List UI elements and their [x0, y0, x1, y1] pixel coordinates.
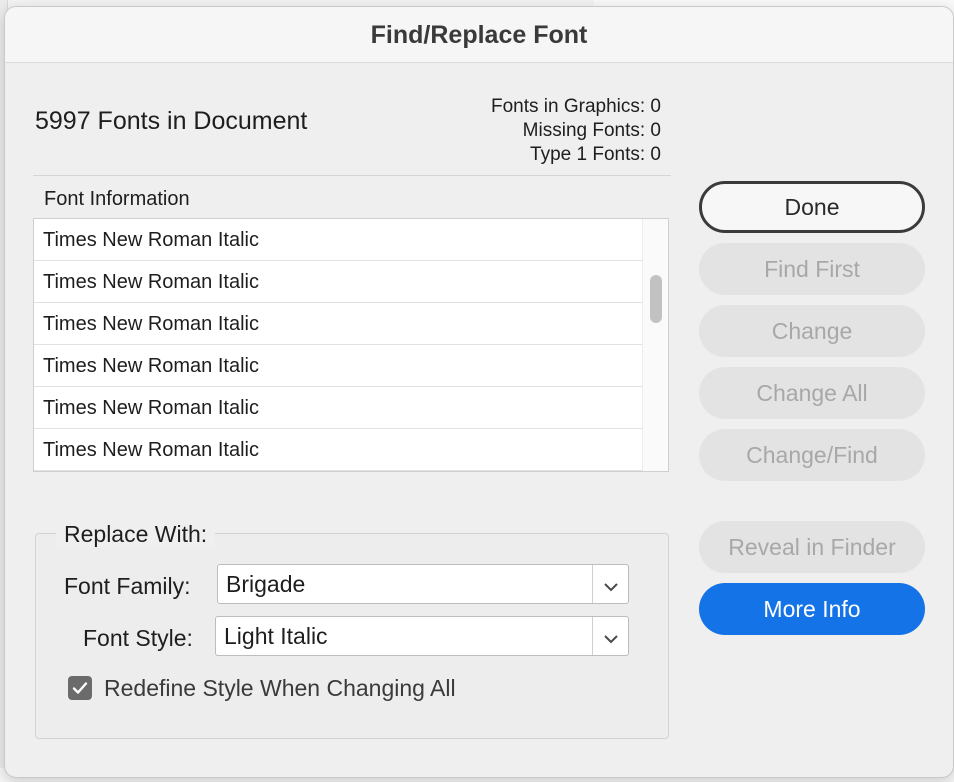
redefine-style-label[interactable]: Redefine Style When Changing All: [104, 672, 456, 704]
replace-with-legend: Replace With:: [56, 520, 216, 548]
font-style-value: Light Italic: [224, 623, 328, 649]
checkmark-icon: [72, 682, 88, 694]
list-scrollbar[interactable]: [642, 219, 668, 471]
fonts-in-graphics: Fonts in Graphics: 0: [490, 96, 661, 117]
reveal-in-finder-button[interactable]: Reveal in Finder: [699, 521, 925, 573]
font-style-select[interactable]: Light Italic: [215, 616, 629, 656]
font-list-item[interactable]: Times New Roman Italic: [34, 387, 642, 429]
change-button[interactable]: Change: [699, 305, 925, 357]
fonts-count-title: 5997 Fonts in Document: [35, 107, 308, 135]
font-list-item[interactable]: Times New Roman Italic: [34, 303, 642, 345]
font-style-label: Font Style:: [83, 625, 193, 651]
font-family-value: Brigade: [226, 571, 306, 597]
change-find-button[interactable]: Change/Find: [699, 429, 925, 481]
font-stats: Fonts in Graphics: 0 Missing Fonts: 0 Ty…: [491, 95, 661, 167]
font-list-item[interactable]: Times New Roman Italic: [34, 219, 642, 261]
font-family-select[interactable]: Brigade: [217, 564, 629, 604]
font-list-item[interactable]: Times New Roman Italic: [34, 429, 642, 471]
type1-fonts: Type 1 Fonts: 0: [530, 144, 661, 165]
chevron-down-icon[interactable]: [592, 565, 628, 603]
done-button[interactable]: Done: [699, 181, 925, 233]
chevron-down-icon[interactable]: [592, 617, 628, 655]
missing-fonts: Missing Fonts: 0: [522, 120, 661, 141]
find-first-button[interactable]: Find First: [699, 243, 925, 295]
font-list-item[interactable]: Times New Roman Italic: [34, 345, 642, 387]
find-replace-font-dialog: Find/Replace Font 5997 Fonts in Document…: [4, 6, 954, 778]
change-all-button[interactable]: Change All: [699, 367, 925, 419]
more-info-button[interactable]: More Info: [699, 583, 925, 635]
replace-with-group: Replace With: Font Family: Brigade Font …: [35, 520, 669, 739]
redefine-style-checkbox[interactable]: [68, 676, 92, 700]
dialog-title: Find/Replace Font: [5, 7, 953, 63]
font-list-item[interactable]: Times New Roman Italic: [34, 261, 642, 303]
font-information-list: Font Information Times New Roman Italic …: [33, 175, 671, 473]
list-header: Font Information: [44, 188, 190, 210]
font-list-area[interactable]: Times New Roman Italic Times New Roman I…: [33, 218, 669, 472]
scrollbar-thumb[interactable]: [650, 275, 662, 323]
font-family-label: Font Family:: [64, 573, 191, 599]
